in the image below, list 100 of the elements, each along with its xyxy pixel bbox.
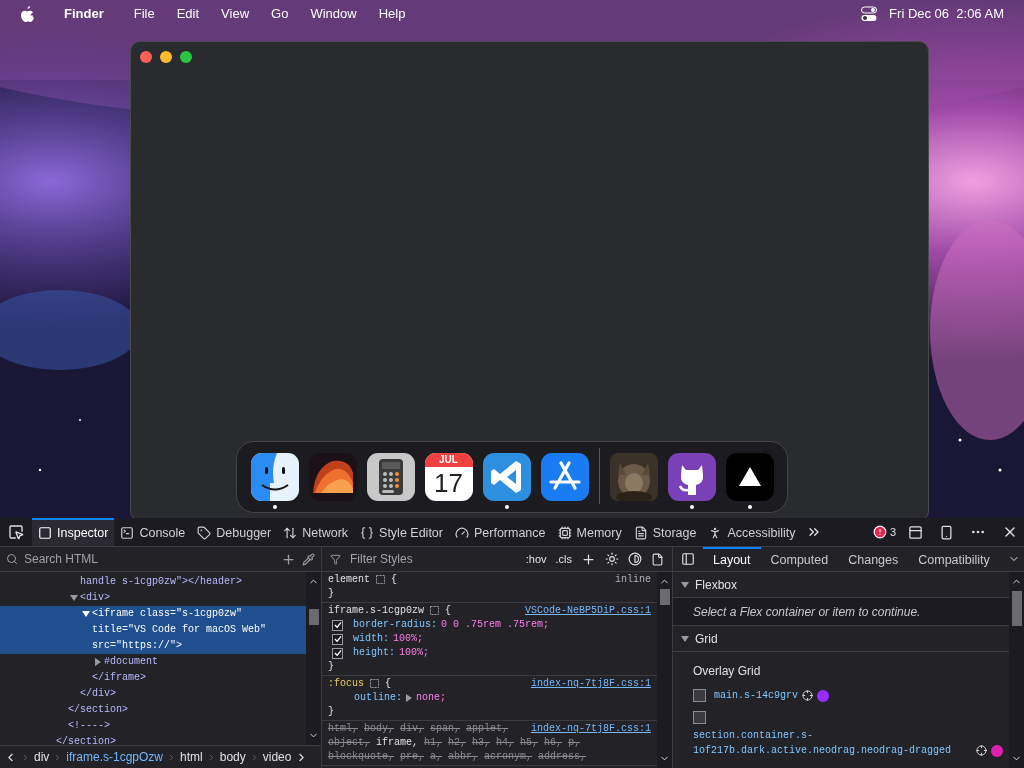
zoom-window-button[interactable] — [180, 51, 192, 63]
locate-icon[interactable] — [802, 690, 813, 701]
expanded-triangle-icon[interactable] — [681, 634, 689, 643]
element-picker-icon[interactable] — [8, 524, 24, 540]
error-icon[interactable] — [872, 525, 887, 539]
filter-field[interactable]: Filter Styles — [350, 550, 517, 568]
scrollbar-thumb[interactable] — [308, 609, 319, 625]
declaration-checkbox[interactable] — [332, 619, 343, 631]
markup-line[interactable]: <!----> — [0, 718, 306, 734]
devtools-tab[interactable]: Console — [114, 518, 192, 546]
stylesheet-link[interactable]: VSCode-NeBP5DiP.css:1 — [524, 604, 651, 618]
devtools-tab[interactable]: Debugger — [191, 518, 278, 546]
css-value[interactable]: none; — [416, 691, 447, 705]
calendar-icon[interactable]: JUL 17 — [424, 453, 473, 501]
empty-message: Select a Flex container or item to continue. — [693, 603, 921, 621]
rule-source: inline — [615, 573, 651, 587]
grid-checkbox[interactable] — [693, 689, 706, 702]
grid-color-swatch[interactable] — [817, 690, 829, 702]
finder-face-icon[interactable] — [250, 453, 299, 501]
expanded-triangle-icon[interactable] — [681, 580, 689, 589]
css-property[interactable]: width: — [353, 632, 389, 646]
css-property[interactable]: outline: — [354, 691, 402, 705]
rule-selector: h5, — [520, 736, 539, 750]
breadcrumb[interactable]: iframe.s-1cgpOzw — [66, 748, 164, 766]
css-value[interactable]: 0 0 .75rem .75rem; — [441, 618, 550, 632]
sidebar-tab[interactable]: Compatibility — [908, 547, 1000, 571]
arrows-icon — [283, 526, 298, 540]
eyedropper-icon[interactable] — [302, 552, 315, 566]
breadcrumb[interactable]: div — [34, 748, 50, 766]
search-field[interactable]: Search HTML — [24, 550, 275, 568]
scrollbar[interactable] — [306, 572, 321, 745]
grid-highlight-icon[interactable] — [370, 678, 379, 688]
contrast-icon[interactable] — [628, 552, 642, 566]
markup-line[interactable]: handle s-1cgp0zw"></header> — [0, 574, 306, 590]
expand-triangle-icon[interactable] — [406, 694, 412, 702]
pseudo-class-button[interactable]: :hov — [525, 550, 547, 568]
close-window-button[interactable] — [140, 51, 152, 63]
grid-highlight-icon[interactable] — [376, 574, 385, 584]
sidebar-tab[interactable]: Changes — [838, 547, 909, 571]
control-center-icon[interactable] — [861, 6, 878, 22]
breadcrumb[interactable]: body — [219, 748, 246, 766]
add-rule-icon[interactable] — [581, 551, 596, 567]
grid-highlight-icon[interactable] — [430, 605, 439, 615]
cat-silhouette-icon[interactable] — [667, 453, 716, 501]
markup-line[interactable]: <div> — [0, 590, 306, 606]
devtools-tab[interactable]: Accessibility — [702, 518, 802, 546]
wave-art-icon[interactable] — [308, 453, 357, 501]
markup-line[interactable]: #document — [0, 654, 306, 670]
add-icon[interactable] — [281, 551, 296, 567]
grid-selector[interactable]: main.s-14c9grv — [714, 688, 798, 703]
devtools-tab[interactable]: Style Editor — [354, 518, 449, 546]
grid-color-swatch[interactable] — [991, 745, 1003, 757]
rule-selector: h3, — [472, 736, 491, 750]
code-editor-icon[interactable] — [482, 453, 531, 501]
collapsed-triangle-icon[interactable] — [94, 658, 102, 666]
document-icon[interactable] — [651, 552, 664, 566]
closing-tag: </iframe> — [0, 670, 306, 686]
declaration-checkbox[interactable] — [332, 633, 343, 645]
breadcrumb[interactable]: video — [262, 748, 292, 766]
devtools-tab[interactable]: Memory — [551, 518, 628, 546]
minimize-window-button[interactable] — [160, 51, 172, 63]
stylesheet-link[interactable]: index-nq-7tj8F.css:1 — [530, 677, 651, 691]
grid-selector[interactable]: section.container.s-1of217b.dark.active.neodrag.neodrag-dragged — [693, 728, 972, 758]
pseudo-class-button[interactable]: .cls — [555, 550, 572, 568]
breadcrumb[interactable]: html — [180, 748, 203, 766]
scrollbar-thumb[interactable] — [659, 589, 670, 605]
menu-clock[interactable]: Fri Dec 06 2:06 AM — [889, 4, 1004, 24]
menu-item[interactable]: Help — [378, 4, 406, 24]
menu-item[interactable]: File — [133, 4, 155, 24]
apple-logo-icon[interactable] — [20, 5, 35, 23]
devtools-tab[interactable]: Inspector — [32, 518, 115, 546]
menu-item[interactable]: Window — [310, 4, 357, 24]
devtools-tab[interactable]: Storage — [627, 518, 703, 546]
app-menu[interactable]: Finder — [64, 4, 104, 24]
calculator-icon[interactable] — [366, 453, 415, 501]
scrollbar-thumb[interactable] — [1011, 591, 1022, 626]
css-value[interactable]: 100%; — [393, 632, 424, 646]
close-brace: } — [328, 660, 335, 674]
sidebar-toggle-icon[interactable] — [681, 552, 695, 566]
css-property[interactable]: height: — [353, 646, 395, 660]
menu-item[interactable]: Edit — [176, 4, 200, 24]
locate-icon[interactable] — [976, 745, 987, 756]
error-count: 3 — [889, 524, 896, 540]
devtools-tab[interactable]: Network — [277, 518, 355, 546]
sidebar-tab[interactable]: Computed — [760, 547, 839, 571]
devtools-tab[interactable]: Performance — [448, 518, 552, 546]
dock-panel-icon[interactable] — [908, 524, 923, 540]
menu-item[interactable]: View — [221, 4, 250, 24]
stylesheet-link[interactable]: index-nq-7tj8F.css:1 — [530, 722, 651, 736]
scrollbar[interactable] — [657, 572, 672, 768]
overlay-grid-title: Overlay Grid — [693, 663, 762, 680]
declaration-checkbox[interactable] — [332, 647, 343, 659]
scrollbar[interactable] — [1009, 572, 1024, 768]
css-property[interactable]: border-radius: — [353, 618, 437, 632]
app-store-icon[interactable] — [540, 453, 589, 501]
sun-icon[interactable] — [605, 552, 619, 566]
device-icon[interactable] — [939, 524, 954, 540]
grid-checkbox[interactable] — [693, 711, 706, 724]
menu-item[interactable]: Go — [271, 4, 289, 24]
css-value[interactable]: 100%; — [399, 646, 430, 660]
